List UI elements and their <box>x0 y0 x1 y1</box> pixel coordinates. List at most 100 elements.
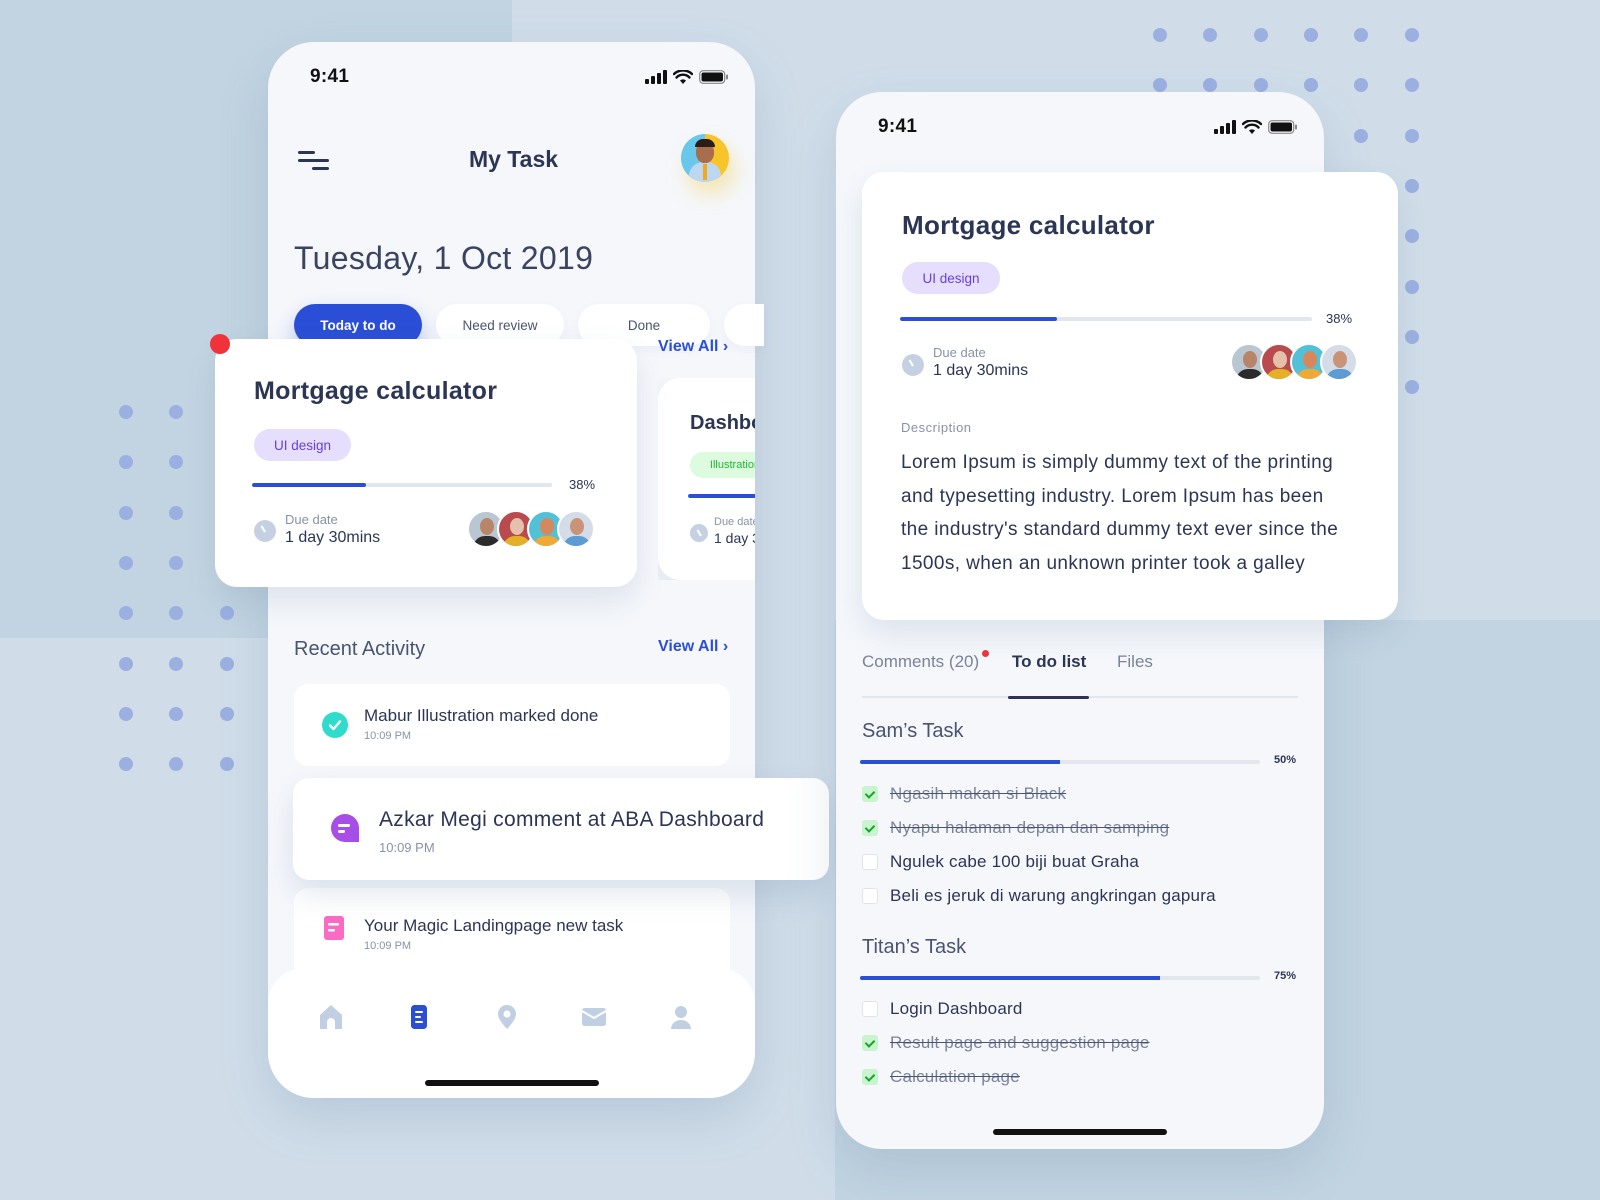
due-label: Due date <box>285 512 338 527</box>
mail-icon[interactable] <box>581 1004 607 1030</box>
decorative-dot <box>1354 78 1369 93</box>
activity-item[interactable]: Mabur Illustration marked done 10:09 PM <box>294 684 730 766</box>
assignee-avatars[interactable] <box>467 510 595 548</box>
task-list-icon[interactable] <box>406 1004 432 1030</box>
page-title: My Task <box>468 146 559 172</box>
description-line: the industry's standard dummy text ever … <box>901 519 1339 540</box>
signal-icon <box>1214 120 1236 134</box>
description-line: Lorem Ipsum is simply dummy text of the … <box>901 452 1334 473</box>
todo-checkbox[interactable] <box>862 1001 878 1017</box>
decorative-dot <box>1354 28 1369 42</box>
decorative-dot <box>169 706 184 721</box>
decorative-dot <box>169 656 184 671</box>
due-label: Due date <box>933 345 986 360</box>
decorative-dot <box>1404 28 1419 42</box>
comment-icon <box>331 814 359 842</box>
todo-checkbox[interactable] <box>862 888 878 904</box>
task-card-dashboard[interactable]: Dashboard Illustration Due date 1 day 30… <box>658 378 755 580</box>
task-card-progress <box>688 494 755 498</box>
date-heading: Tuesday, 1 Oct 2019 <box>294 240 594 276</box>
todo-checkbox[interactable] <box>862 820 878 836</box>
activity-item-highlighted[interactable]: Azkar Megi comment at ABA Dashboard 10:0… <box>293 778 829 880</box>
notification-dot <box>982 650 989 657</box>
decorative-dot <box>1404 78 1419 93</box>
activity-time: 10:09 PM <box>364 730 412 742</box>
filter-chip-more[interactable] <box>724 304 764 346</box>
todo-item[interactable]: Beli es jeruk di warung angkringan gapur… <box>862 886 1216 906</box>
task-detail-tag: UI design <box>902 262 1000 294</box>
view-all-activity-link[interactable]: View All › <box>658 638 728 656</box>
todo-item[interactable]: Ngasih makan si Black <box>862 784 1066 804</box>
todo-checkbox[interactable] <box>862 1069 878 1085</box>
location-pin-icon[interactable] <box>494 1004 520 1030</box>
activity-title: Your Magic Landingpage new task <box>364 916 624 935</box>
task-card-clip: Dashboard Illustration Due date 1 day 30… <box>658 378 755 580</box>
todo-group-title: Titan’s Task <box>862 936 967 958</box>
todo-text: Calculation page <box>890 1067 1020 1086</box>
todo-group-progress <box>860 976 1260 980</box>
active-tab-indicator <box>1008 696 1089 699</box>
due-label: Due date <box>714 516 755 528</box>
todo-group-progress-label: 50% <box>1274 754 1297 766</box>
todo-group-title: Sam’s Task <box>862 720 964 742</box>
todo-checkbox[interactable] <box>862 786 878 802</box>
todo-text: Beli es jeruk di warung angkringan gapur… <box>890 886 1216 905</box>
assignee-avatars[interactable] <box>1230 343 1358 381</box>
task-card-tag: UI design <box>254 429 351 461</box>
user-avatar[interactable] <box>681 134 729 182</box>
task-card-mortgage[interactable]: Mortgage calculator UI design 38% Due da… <box>215 339 637 587</box>
decorative-dot <box>169 757 184 772</box>
home-indicator <box>424 1080 599 1086</box>
profile-icon[interactable] <box>668 1004 694 1030</box>
decorative-dot <box>1354 128 1369 143</box>
tab-comments[interactable]: Comments (20) <box>862 652 979 672</box>
home-icon[interactable] <box>318 1004 344 1030</box>
todo-item[interactable]: Result page and suggestion page <box>862 1033 1150 1053</box>
avatar <box>557 510 595 548</box>
document-icon <box>324 916 344 940</box>
todo-group-progress-label: 75% <box>1274 970 1297 982</box>
decorative-dot <box>1253 78 1268 93</box>
todo-item[interactable]: Login Dashboard <box>862 999 1022 1019</box>
signal-icon <box>645 70 667 84</box>
decorative-dot <box>119 706 133 721</box>
decorative-dot <box>1404 380 1419 395</box>
description-text: Lorem Ipsum is simply dummy text of the … <box>901 446 1371 580</box>
bottom-navigation <box>268 968 755 1098</box>
status-time: 9:41 <box>878 116 918 137</box>
task-detail-progress-label: 38% <box>1326 311 1353 326</box>
task-card-progress <box>252 483 552 487</box>
activity-item[interactable]: Your Magic Landingpage new task 10:09 PM <box>294 888 730 980</box>
battery-icon <box>1268 120 1297 134</box>
battery-icon <box>699 70 728 84</box>
home-indicator <box>993 1129 1167 1135</box>
todo-checkbox[interactable] <box>862 854 878 870</box>
todo-item[interactable]: Nyapu halaman depan dan samping <box>862 818 1169 838</box>
activity-time: 10:09 PM <box>364 940 412 952</box>
decorative-dot <box>1153 28 1167 42</box>
task-detail-title: Mortgage calculator <box>902 210 1155 240</box>
decorative-dot <box>1404 178 1419 193</box>
recent-activity-title: Recent Activity <box>294 638 426 660</box>
top-bar: My Task <box>298 134 729 190</box>
task-detail-card: Mortgage calculator UI design 38% Due da… <box>862 172 1398 620</box>
detail-tabs: Comments (20) To do list Files <box>862 650 1298 699</box>
todo-item[interactable]: Ngulek cabe 100 biji buat Graha <box>862 852 1139 872</box>
tab-files[interactable]: Files <box>1117 652 1153 672</box>
description-label: Description <box>901 420 972 435</box>
decorative-dot <box>1303 28 1318 42</box>
todo-item[interactable]: Calculation page <box>862 1067 1020 1087</box>
decorative-dot <box>1404 128 1419 143</box>
decorative-dot <box>219 656 234 671</box>
decorative-dot <box>119 505 133 520</box>
tab-todo-list[interactable]: To do list <box>1012 652 1086 672</box>
todo-checkbox[interactable] <box>862 1035 878 1051</box>
view-all-tasks-link[interactable]: View All › <box>658 338 728 356</box>
description-line: and typesetting industry. Lorem Ipsum ha… <box>901 485 1324 507</box>
task-card-tag: Illustration <box>690 452 755 478</box>
todo-text: Ngasih makan si Black <box>890 784 1067 803</box>
decorative-dot <box>1303 78 1318 93</box>
decorative-dot <box>219 706 234 721</box>
decorative-dot <box>1253 28 1268 42</box>
status-bar: 9:41 <box>878 112 1298 142</box>
